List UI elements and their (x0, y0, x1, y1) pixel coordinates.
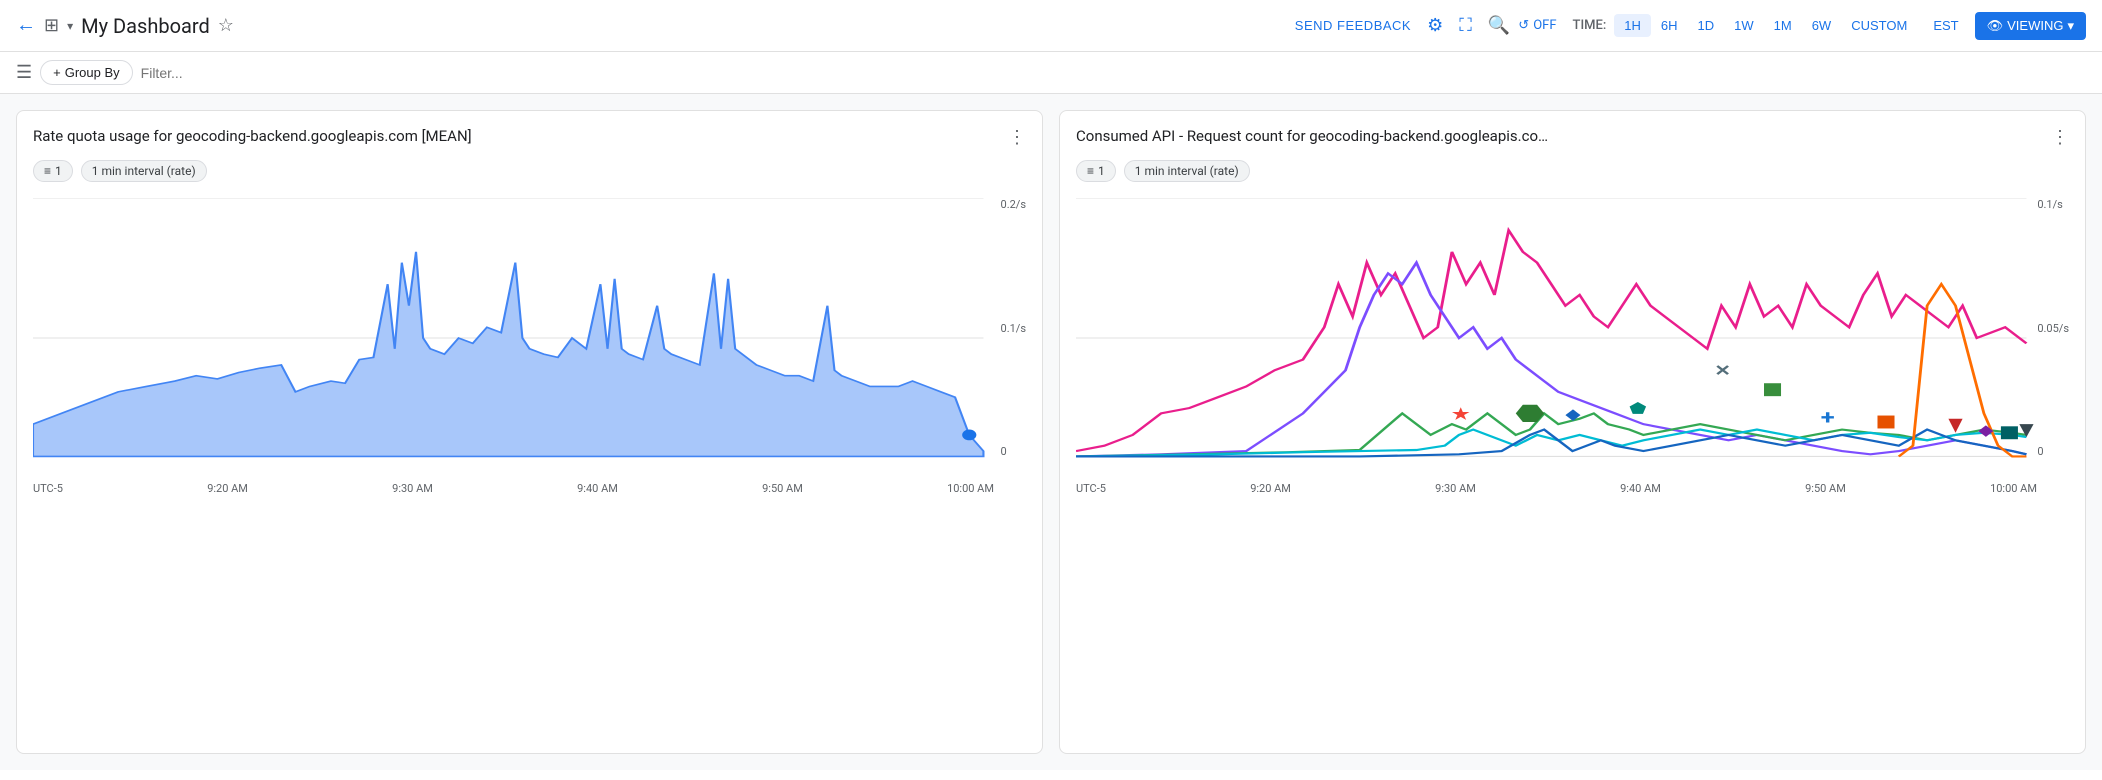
x-label-2-3: 9:40 AM (1620, 482, 1661, 495)
x-label-1-3: 9:40 AM (577, 482, 618, 495)
filter-icon-2: ≡ (1087, 164, 1094, 178)
x-label-1-5: 10:00 AM (947, 482, 994, 495)
time-btn-1d[interactable]: 1D (1688, 14, 1725, 37)
refresh-label: OFF (1533, 18, 1556, 33)
filter-menu-icon[interactable]: ☰ (16, 62, 32, 83)
viewing-button[interactable]: 👁 VIEWING ▾ (1975, 12, 2086, 40)
time-btn-custom[interactable]: CUSTOM (1841, 14, 1917, 37)
group-by-button[interactable]: + Group By (40, 60, 133, 85)
x-label-1-2: 9:30 AM (392, 482, 433, 495)
time-btn-6w[interactable]: 6W (1802, 14, 1842, 37)
viewing-label: VIEWING (2007, 18, 2063, 33)
x-axis-2: UTC-5 9:20 AM 9:30 AM 9:40 AM 9:50 AM 10… (1076, 482, 2069, 495)
dropdown-icon[interactable]: ▾ (67, 19, 73, 33)
time-btn-1w[interactable]: 1W (1724, 14, 1764, 37)
search-icon[interactable]: 🔍 (1488, 15, 1510, 36)
chart-area-1: 0.2/s 0.1/s 0 (33, 198, 1026, 478)
card-header-1: Rate quota usage for geocoding-backend.g… (33, 127, 1026, 148)
back-button[interactable]: ← (16, 14, 36, 37)
filter-icon-1: ≡ (44, 164, 51, 178)
svg-text:★: ★ (1452, 406, 1471, 423)
svg-text:✕: ✕ (1714, 363, 1731, 380)
send-feedback-button[interactable]: SEND FEEDBACK (1287, 18, 1419, 33)
x-label-1-0: UTC-5 (33, 482, 63, 495)
x-label-1-1: 9:20 AM (207, 482, 248, 495)
x-label-2-5: 10:00 AM (1990, 482, 2037, 495)
viewing-dropdown-icon: ▾ (2067, 18, 2074, 34)
svg-text:⬟: ⬟ (1629, 401, 1647, 418)
chart-card-2: Consumed API - Request count for geocodi… (1059, 110, 2086, 754)
card-title-1: Rate quota usage for geocoding-backend.g… (33, 127, 472, 145)
refresh-area[interactable]: ↺ OFF (1518, 18, 1556, 33)
x-label-1-4: 9:50 AM (762, 482, 803, 495)
svg-text:+: + (1821, 406, 1835, 429)
filter-count-2: 1 (1098, 164, 1105, 178)
interval-badge-1[interactable]: 1 min interval (rate) (81, 160, 207, 182)
time-btn-1h[interactable]: 1H (1614, 14, 1651, 37)
time-label: TIME: (1573, 18, 1607, 33)
header: ← ⊞ ▾ My Dashboard ☆ SEND FEEDBACK ⚙ ⛶ 🔍… (0, 0, 2102, 52)
x-label-2-2: 9:30 AM (1435, 482, 1476, 495)
x-label-2-0: UTC-5 (1076, 482, 1106, 495)
time-buttons: 1H 6H 1D 1W 1M 6W CUSTOM (1614, 14, 1917, 37)
gear-icon[interactable]: ⚙ (1427, 15, 1443, 36)
eye-icon: 👁 (1987, 18, 2004, 34)
card-menu-button-1[interactable]: ⋮ (1008, 127, 1026, 148)
header-left: ← ⊞ ▾ My Dashboard ☆ (16, 14, 1279, 38)
filter-bar: ☰ + Group By (0, 52, 2102, 94)
chart-svg-2: ★ ◆ ⬟ ✕ + ◆ (1076, 198, 2069, 478)
x-axis-1: UTC-5 9:20 AM 9:30 AM 9:40 AM 9:50 AM 10… (33, 482, 1026, 495)
card-title-2: Consumed API - Request count for geocodi… (1076, 127, 1548, 145)
main-content: Rate quota usage for geocoding-backend.g… (0, 94, 2102, 770)
card-header-2: Consumed API - Request count for geocodi… (1076, 127, 2069, 148)
interval-label-2: 1 min interval (rate) (1135, 164, 1239, 178)
star-icon[interactable]: ☆ (218, 15, 234, 36)
filter-badge-1[interactable]: ≡ 1 (33, 160, 73, 182)
fullscreen-icon[interactable]: ⛶ (1459, 15, 1472, 36)
card-badges-2: ≡ 1 1 min interval (rate) (1076, 160, 2069, 182)
interval-label-1: 1 min interval (rate) (92, 164, 196, 178)
filter-badge-2[interactable]: ≡ 1 (1076, 160, 1116, 182)
interval-badge-2[interactable]: 1 min interval (rate) (1124, 160, 1250, 182)
card-menu-button-2[interactable]: ⋮ (2051, 127, 2069, 148)
timezone-button[interactable]: EST (1925, 18, 1966, 33)
svg-text:◆: ◆ (1978, 422, 1994, 439)
x-label-2-1: 9:20 AM (1250, 482, 1291, 495)
group-by-label: Group By (65, 65, 120, 80)
x-label-2-4: 9:50 AM (1805, 482, 1846, 495)
refresh-icon: ↺ (1518, 18, 1529, 33)
chart-card-1: Rate quota usage for geocoding-backend.g… (16, 110, 1043, 754)
card-badges-1: ≡ 1 1 min interval (rate) (33, 160, 1026, 182)
time-btn-1m[interactable]: 1M (1764, 14, 1802, 37)
header-icons: ⚙ ⛶ 🔍 (1427, 15, 1510, 36)
plus-icon: + (53, 65, 61, 80)
time-btn-6h[interactable]: 6H (1651, 14, 1688, 37)
page-title: My Dashboard (81, 14, 210, 38)
chart-area-2: 0.1/s 0.05/s 0 (1076, 198, 2069, 478)
chart-svg-1 (33, 198, 1026, 478)
svg-text:◆: ◆ (1565, 406, 1581, 423)
dashboard-icon: ⊞ (44, 15, 59, 36)
filter-input[interactable] (141, 65, 2086, 81)
filter-count-1: 1 (55, 164, 62, 178)
